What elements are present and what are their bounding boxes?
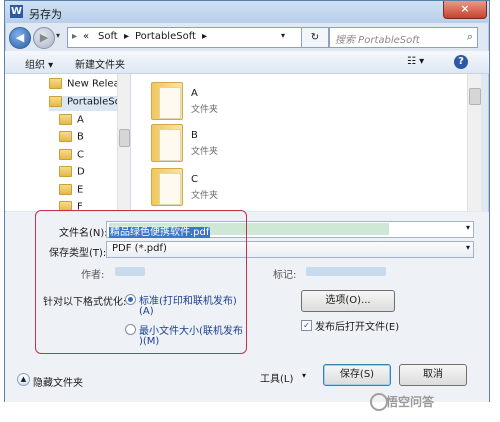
navigation-bar: ◀ ▶ ▾ ▸ « Soft ▸ PortableSoft ▸ ▾ ↻ 搜索 P…: [5, 23, 489, 51]
breadcrumb-portablesoft[interactable]: PortableSoft: [135, 31, 196, 42]
window-title: 另存为: [29, 8, 62, 21]
address-folder-icon: ▸: [72, 31, 78, 42]
watermark-text: 悟空问答: [386, 395, 435, 409]
sidebar-item-label: New Releas: [67, 78, 121, 90]
search-box[interactable]: 搜索 PortableSoft ⌕: [329, 27, 478, 48]
cancel-button[interactable]: 取消: [399, 364, 467, 386]
open-after-checkbox[interactable]: ✓: [301, 320, 312, 331]
hide-folders-chevron-icon[interactable]: ▲: [17, 373, 30, 386]
file-name: A: [191, 88, 198, 99]
highlight-annotation: [35, 210, 247, 354]
command-toolbar: 组织 ▾ 新建文件夹 ☷ ▾ ?: [5, 51, 489, 74]
file-list-scrollbar[interactable]: [467, 74, 481, 211]
file-type: 文件夹: [191, 191, 219, 201]
search-icon[interactable]: ⌕: [467, 30, 473, 44]
folder-icon: [59, 149, 72, 160]
file-item-b[interactable]: B 文件夹: [151, 122, 271, 162]
back-button[interactable]: ◀: [9, 27, 31, 49]
sidebar-item-label: D: [77, 166, 85, 178]
title-bar: W 另存为 ×: [5, 1, 489, 23]
breadcrumb-soft[interactable]: Soft: [98, 31, 118, 42]
folder-icon: [59, 184, 72, 195]
file-name: B: [191, 130, 198, 141]
file-name: C: [191, 174, 198, 185]
file-type: 文件夹: [191, 147, 219, 157]
sidebar-item-c[interactable]: C: [59, 149, 109, 164]
address-overflow-chevron[interactable]: «: [83, 31, 89, 42]
open-after-label[interactable]: 发布后打开文件(E): [315, 318, 399, 333]
sidebar-scrollbar[interactable]: [117, 74, 130, 211]
folder-icon: [151, 168, 183, 206]
folder-icon: [59, 114, 72, 125]
refresh-button[interactable]: ↻: [301, 27, 329, 48]
folder-icon: [59, 131, 72, 142]
file-item-a[interactable]: A 文件夹: [151, 80, 271, 120]
file-list-scrollbar-thumb[interactable]: [469, 88, 481, 105]
sidebar-item-a[interactable]: A: [59, 114, 109, 129]
address-dropdown-icon[interactable]: ▾: [281, 31, 285, 40]
file-item-c[interactable]: C 文件夹: [151, 166, 271, 206]
organize-menu[interactable]: 组织 ▾: [25, 56, 53, 71]
folder-icon: [49, 96, 62, 107]
sidebar-item-label: E: [77, 184, 84, 196]
sidebar-item-e[interactable]: E: [59, 184, 109, 199]
sidebar-item-b[interactable]: B: [59, 131, 109, 146]
sidebar-item-label: B: [77, 131, 84, 143]
folder-icon: [151, 82, 183, 120]
navigation-pane: New Releas PortableSof A B C D E F: [5, 74, 131, 211]
sidebar-item-label: A: [77, 114, 84, 126]
options-button[interactable]: 选项(O)...: [301, 290, 395, 312]
breadcrumb-separator-icon[interactable]: ▸: [202, 31, 207, 42]
close-button[interactable]: ×: [443, 1, 487, 19]
tags-value[interactable]: [306, 267, 386, 276]
sidebar-item-label: PortableSof: [67, 96, 121, 108]
word-app-icon: W: [10, 5, 23, 18]
address-bar[interactable]: ▸ « Soft ▸ PortableSoft ▸ ▾: [67, 27, 329, 48]
folder-icon: [151, 124, 183, 162]
folder-icon: [59, 166, 72, 177]
hide-folders-button[interactable]: 隐藏文件夹: [33, 374, 83, 389]
change-view-icon[interactable]: ☷ ▾: [407, 56, 424, 67]
save-button[interactable]: 保存(S): [323, 364, 391, 386]
new-folder-button[interactable]: 新建文件夹: [75, 56, 125, 71]
sidebar-item-label: C: [77, 149, 84, 161]
breadcrumb-separator-icon[interactable]: ▸: [124, 31, 129, 42]
recent-locations-chevron-icon[interactable]: ▾: [56, 31, 60, 40]
sidebar-item-portablesoft[interactable]: PortableSof: [49, 96, 121, 111]
search-placeholder: 搜索 PortableSoft: [335, 35, 420, 46]
sidebar-scrollbar-thumb[interactable]: [119, 129, 130, 147]
sidebar-item-d[interactable]: D: [59, 166, 109, 181]
file-list: A 文件夹 B 文件夹 C 文件夹: [131, 74, 481, 211]
sidebar-item-new-releases[interactable]: New Releas: [49, 78, 121, 93]
savetype-dropdown-icon[interactable]: ▾: [466, 243, 470, 252]
help-icon[interactable]: ?: [454, 55, 468, 69]
file-type: 文件夹: [191, 105, 219, 115]
tools-menu[interactable]: 工具(L): [260, 370, 293, 385]
tags-label: 标记:: [273, 270, 297, 281]
forward-button[interactable]: ▶: [33, 27, 55, 49]
folder-icon: [49, 78, 62, 89]
tools-dropdown-icon[interactable]: ▾: [302, 371, 306, 380]
filename-dropdown-icon[interactable]: ▾: [466, 223, 470, 232]
